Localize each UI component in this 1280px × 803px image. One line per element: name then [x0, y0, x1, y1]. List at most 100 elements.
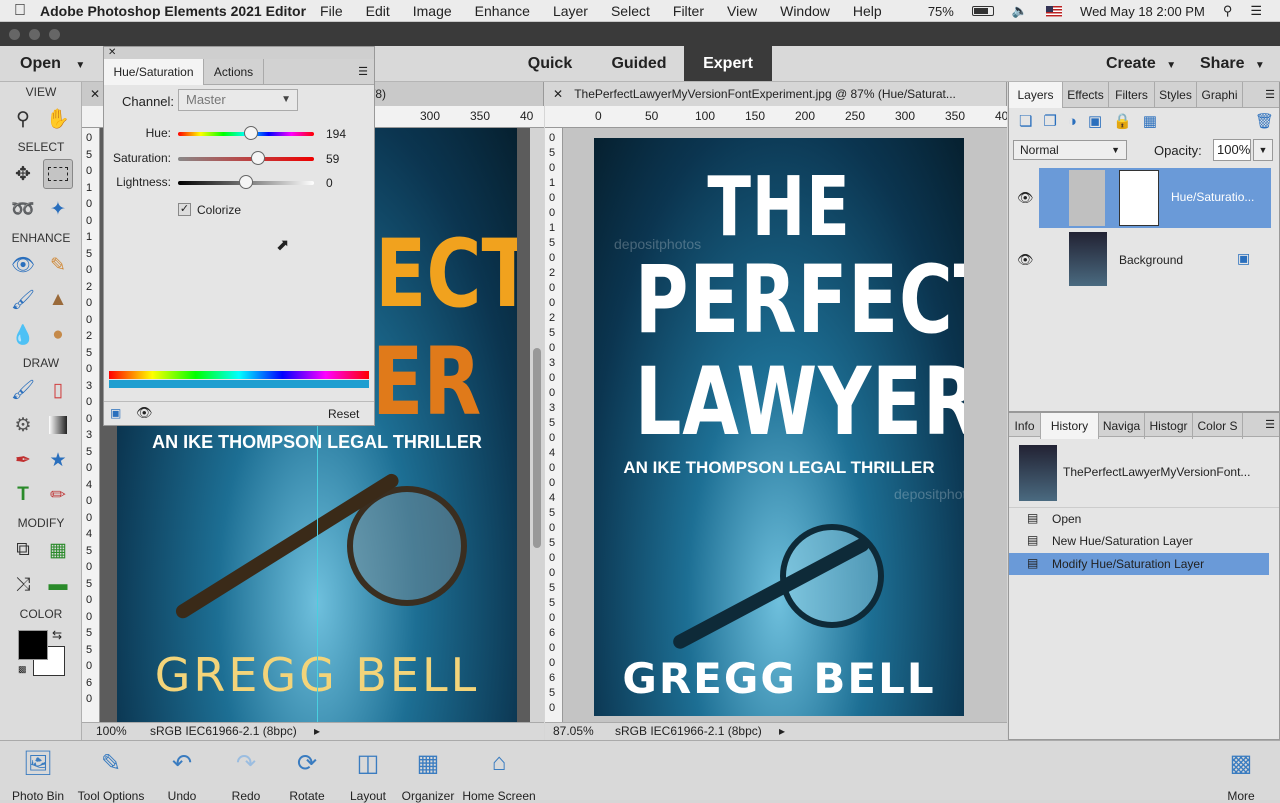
layer-link-icon[interactable]: ▣ [1237, 250, 1250, 267]
menu-image[interactable]: Image [413, 3, 452, 19]
close-tab-icon[interactable]: ✕ [553, 87, 563, 101]
tab-styles[interactable]: Styles [1155, 82, 1197, 108]
rotate-button[interactable]: ⟳ Rotate [284, 747, 330, 803]
battery-icon[interactable] [971, 6, 994, 16]
gradient-tool-icon[interactable] [43, 410, 73, 440]
opacity-dropdown[interactable]: ▼ [1253, 139, 1273, 161]
channel-select[interactable]: Master ▼ [178, 89, 298, 111]
trash-icon[interactable]: 🗑 [1255, 112, 1274, 130]
visibility-eye-icon[interactable]: 👁 [1017, 252, 1034, 268]
tool-options-button[interactable]: ✎ Tool Options [72, 747, 150, 803]
menu-edit[interactable]: Edit [366, 3, 390, 19]
quick-selection-tool-icon[interactable]: ✦ [43, 194, 73, 224]
hue-slider[interactable] [178, 126, 314, 140]
sponge-tool-icon[interactable]: ● [43, 320, 73, 350]
menu-file[interactable]: File [320, 3, 343, 19]
chevron-right-icon[interactable]: ▸ [314, 723, 320, 740]
close-panel-icon[interactable]: ✕ [108, 47, 116, 58]
lightness-value[interactable]: 0 [326, 176, 333, 190]
layer-name[interactable]: Background [1119, 253, 1183, 267]
menu-enhance[interactable]: Enhance [475, 3, 530, 19]
app-name[interactable]: Adobe Photoshop Elements 2021 Editor [40, 3, 306, 19]
type-tool-icon[interactable]: T [8, 480, 38, 510]
tab-info[interactable]: Info [1009, 413, 1041, 439]
panel-menu-icon[interactable]: ☰ [1265, 88, 1275, 101]
blend-mode-select[interactable]: Normal ▼ [1013, 140, 1127, 160]
panel-titlebar[interactable]: ✕ [104, 47, 374, 59]
tab-graphics[interactable]: Graphi [1197, 82, 1243, 108]
foreground-color-swatch[interactable] [18, 630, 48, 660]
eraser-tool-icon[interactable]: ▯ [43, 375, 73, 405]
cover-image-right[interactable]: THE PERFECT LAWYER AN IKE THOMPSON LEGAL… [594, 138, 964, 716]
visibility-eye-icon[interactable]: 👁 [1017, 190, 1034, 206]
clock[interactable]: Wed May 18 2:00 PM [1080, 4, 1205, 19]
recompose-tool-icon[interactable]: ▦ [43, 535, 73, 565]
redo-button[interactable]: ↷ Redo [224, 747, 268, 803]
vertical-scrollbar[interactable] [530, 128, 544, 722]
zoom-level[interactable]: 100% [96, 723, 127, 740]
close-window-icon[interactable] [9, 29, 20, 40]
tab-color-swatches[interactable]: Color S [1193, 413, 1243, 439]
lasso-tool-icon[interactable]: ➿ [8, 194, 38, 224]
lock-transparency-icon[interactable]: ▦ [1143, 113, 1168, 130]
menu-help[interactable]: Help [853, 3, 882, 19]
apple-icon[interactable]:  [0, 2, 40, 20]
tab-history[interactable]: History [1041, 413, 1099, 439]
history-item-selected[interactable]: ▤ Modify Hue/Saturation Layer [1009, 553, 1269, 575]
adjustment-layer-icon[interactable]: ◑ [1068, 113, 1088, 130]
zoom-tool-icon[interactable]: ⚲ [8, 104, 38, 134]
input-flag-icon[interactable] [1046, 5, 1063, 17]
paint-bucket-tool-icon[interactable]: ⚙ [8, 410, 38, 440]
pencil-tool-icon[interactable]: ✏ [43, 480, 73, 510]
layout-button[interactable]: ◫ Layout [346, 747, 390, 803]
menu-select[interactable]: Select [611, 3, 650, 19]
straighten-tool-icon[interactable]: ▬ [43, 570, 73, 600]
visibility-eye-icon[interactable]: 👁 [136, 405, 153, 421]
home-screen-button[interactable]: ⌂ Home Screen [460, 747, 538, 803]
opacity-input[interactable]: 100% [1213, 139, 1251, 161]
zoom-window-icon[interactable] [49, 29, 60, 40]
spotlight-search-icon[interactable]: ⚲ [1223, 3, 1233, 19]
smart-brush-tool-icon[interactable]: 🖌 [8, 285, 38, 315]
menu-view[interactable]: View [727, 3, 757, 19]
open-button[interactable]: Open ▼ [20, 46, 90, 81]
mode-guided[interactable]: Guided [604, 46, 674, 81]
control-center-icon[interactable]: ☰ [1250, 3, 1262, 19]
custom-shape-tool-icon[interactable]: ★ [43, 445, 73, 475]
new-layer-icon[interactable]: ❏ [1019, 113, 1043, 130]
reset-button[interactable]: Reset [328, 407, 359, 421]
history-item[interactable]: ▤ New Hue/Saturation Layer [1009, 530, 1279, 552]
crop-tool-icon[interactable]: ⧉ [8, 535, 38, 565]
layer-mask-icon[interactable]: ▣ [1088, 113, 1113, 130]
eyedropper-tool-icon[interactable]: ✒ [8, 445, 38, 475]
lightness-slider-knob[interactable] [239, 175, 253, 189]
document-right-tab[interactable]: ✕ ThePerfectLawyerMyVersionFontExperimen… [545, 82, 1007, 106]
volume-icon[interactable]: 🔈 [1012, 3, 1028, 19]
vertical-ruler[interactable]: 0 5 0 1 0 0 1 5 0 2 0 0 2 5 0 3 0 0 3 5 0 4 0 0 4 5 0 5 0 0 5 5 0 6 0 0 6 5 0 [545, 128, 563, 722]
saturation-slider-knob[interactable] [251, 151, 266, 165]
tab-actions[interactable]: Actions [204, 59, 264, 85]
saturation-value[interactable]: 59 [326, 152, 339, 166]
close-tab-icon[interactable]: ✕ [90, 87, 100, 101]
swap-colors-icon[interactable]: ⇆ [52, 628, 62, 642]
photo-bin-button[interactable]: 🖼 Photo Bin [8, 747, 68, 803]
undo-button[interactable]: ↶ Undo [160, 747, 204, 803]
lightness-slider[interactable] [178, 175, 314, 189]
tab-hue-saturation[interactable]: Hue/Saturation [104, 59, 204, 85]
mode-expert[interactable]: Expert [684, 46, 772, 81]
mode-quick[interactable]: Quick [520, 46, 580, 81]
menu-filter[interactable]: Filter [673, 3, 704, 19]
chevron-right-icon[interactable]: ▸ [779, 723, 785, 740]
red-eye-tool-icon[interactable]: 👁 [8, 250, 38, 280]
colorize-checkbox[interactable]: ✓ [178, 203, 191, 216]
share-button[interactable]: Share ▼ [1200, 46, 1276, 81]
panel-menu-icon[interactable]: ☰ [358, 65, 368, 78]
clone-stamp-tool-icon[interactable]: ▲ [43, 285, 73, 315]
spot-healing-tool-icon[interactable]: ✎ [43, 250, 73, 280]
brush-tool-icon[interactable]: 🖌 [8, 375, 38, 405]
zoom-level[interactable]: 87.05% [553, 723, 594, 740]
tab-filters[interactable]: Filters [1109, 82, 1155, 108]
hand-tool-icon[interactable]: ✋ [43, 104, 73, 134]
history-item[interactable]: ▤ Open [1009, 507, 1279, 529]
create-button[interactable]: Create ▼ [1106, 46, 1186, 81]
